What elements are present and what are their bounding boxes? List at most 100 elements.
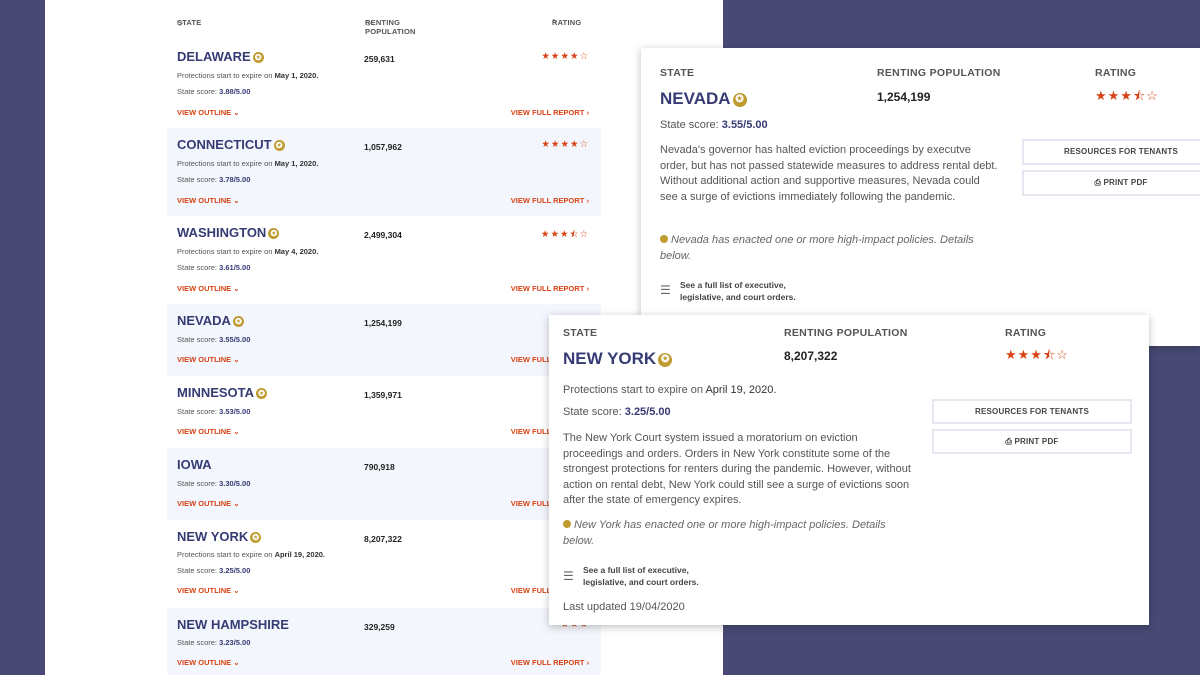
renting-population: 1,254,199: [364, 318, 402, 328]
list-item: DELAWARE ✪ 259,631 ★★★★☆ Protections star…: [167, 40, 601, 128]
list-icon: ☰: [660, 283, 671, 297]
list-icon: ☰: [563, 569, 574, 583]
state-score: State score: 3.55/5.00: [177, 335, 251, 344]
high-impact-star-icon: ✪: [250, 532, 262, 543]
chevron-right-icon: ›: [586, 284, 590, 293]
renting-population: 8,207,322: [364, 534, 402, 544]
state-score: State score: 3.25/5.00: [563, 406, 671, 418]
state-name[interactable]: MINNESOTA ✪: [177, 385, 268, 400]
state-score: State score: 3.78/5.00: [177, 175, 251, 184]
view-full-report-link[interactable]: VIEW FULL REPORT ›: [511, 284, 589, 293]
renting-population: 790,918: [364, 462, 395, 472]
state-score: State score: 3.30/5.00: [177, 479, 251, 488]
view-outline-button[interactable]: VIEW OUTLINE ⌄: [177, 499, 240, 508]
state-score: State score: 3.61/5.00: [177, 263, 251, 272]
state-score: State score: 3.53/5.00: [177, 407, 251, 416]
list-item: CONNECTICUT ✪ 1,057,962 ★★★★☆ Protections…: [167, 128, 601, 216]
rating-stars: ★★★⯪☆: [1005, 347, 1069, 362]
high-impact-star-icon: ✪: [256, 388, 268, 399]
state-score: State score: 3.23/5.00: [177, 638, 251, 647]
full-orders-list-link[interactable]: See a full list of executive, legislativ…: [583, 564, 733, 588]
high-impact-star-icon: ✪: [232, 316, 244, 327]
population-label: RENTING POPULATION: [877, 67, 1001, 79]
view-outline-button[interactable]: VIEW OUTLINE ⌄: [177, 108, 240, 117]
population-label: RENTING POPULATION: [784, 327, 908, 339]
chevron-down-icon: ⌄: [233, 586, 240, 595]
view-full-report-link[interactable]: VIEW FULL REPORT ›: [511, 658, 589, 667]
rating-label: RATING: [1005, 327, 1047, 339]
last-updated: Last updated 19/04/2020: [563, 601, 685, 613]
state-score: State score: 3.55/5.00: [660, 119, 768, 131]
expire-note: Protections start to expire on May 1, 20…: [177, 159, 319, 168]
state-name[interactable]: NEW YORK ✪: [177, 529, 262, 544]
renting-population: 1,254,199: [877, 90, 931, 104]
state-score: State score: 3.25/5.00: [177, 566, 251, 575]
chevron-down-icon: ⌄: [233, 427, 240, 436]
state-description: The New York Court system issued a morat…: [563, 432, 911, 506]
rating-stars: ★★★★☆: [541, 139, 589, 150]
full-orders-list-link[interactable]: See a full list of executive, legislativ…: [680, 279, 830, 303]
high-impact-dot-icon: [660, 235, 668, 243]
print-pdf-button[interactable]: ⎙ PRINT PDF: [1022, 170, 1200, 196]
list-header: STATE ◇ RENTING POPULATION ◇ RATING ^: [177, 18, 582, 36]
chevron-down-icon: ⌄: [233, 108, 240, 117]
view-full-report-link[interactable]: VIEW FULL REPORT ›: [511, 196, 589, 205]
resources-for-tenants-button[interactable]: RESOURCES FOR TENANTS: [932, 399, 1132, 424]
expire-note: Protections start to expire on April 19,…: [563, 384, 777, 396]
renting-population: 2,499,304: [364, 230, 402, 240]
chevron-down-icon: ⌄: [233, 355, 240, 364]
print-pdf-button[interactable]: ⎙ PRINT PDF: [932, 429, 1132, 454]
list-item: WASHINGTON ✪ 2,499,304 ★★★⯪☆ Protections …: [167, 216, 601, 304]
high-impact-note: Nevada has enacted one or more high-impa…: [660, 234, 974, 262]
high-impact-star-icon: ✪: [252, 52, 264, 63]
view-outline-button[interactable]: VIEW OUTLINE ⌄: [177, 586, 240, 595]
sort-asc-icon: ^: [552, 18, 556, 27]
view-outline-button[interactable]: VIEW OUTLINE ⌄: [177, 284, 240, 293]
state-name[interactable]: NEW HAMPSHIRE: [177, 617, 289, 632]
nevada-detail-card: STATE RENTING POPULATION RATING NEVADA ✪ …: [641, 48, 1200, 346]
rating-stars: ★★★★☆: [541, 51, 589, 62]
state-description: Nevada's governor has halted eviction pr…: [660, 144, 998, 203]
state-name[interactable]: CONNECTICUT ✪: [177, 137, 285, 152]
high-impact-note: New York has enacted one or more high-im…: [563, 519, 886, 547]
view-outline-button[interactable]: VIEW OUTLINE ⌄: [177, 658, 240, 667]
state-name: NEW YORK ✪: [563, 349, 673, 369]
resources-for-tenants-button[interactable]: RESOURCES FOR TENANTS: [1022, 139, 1200, 165]
renting-population: 1,359,971: [364, 390, 402, 400]
state-label: STATE: [660, 67, 695, 79]
list-item: NEW YORK✪ 8,207,322 ★ Protections start …: [167, 520, 601, 608]
high-impact-star-icon: ✪: [658, 353, 673, 367]
chevron-down-icon: ⌄: [233, 196, 240, 205]
renting-population: 259,631: [364, 54, 395, 64]
view-full-report-link[interactable]: VIEW FULL REPORT ›: [511, 108, 589, 117]
print-icon: ⎙: [1005, 437, 1013, 446]
state-label: STATE: [563, 327, 598, 339]
chevron-down-icon: ⌄: [233, 499, 240, 508]
expire-note: Protections start to expire on May 4, 20…: [177, 247, 319, 256]
list-item: NEVADA✪ 1,254,199 ★ State score: 3.55/5.…: [167, 304, 601, 376]
state-name[interactable]: DELAWARE ✪: [177, 49, 264, 64]
view-outline-button[interactable]: VIEW OUTLINE ⌄: [177, 355, 240, 364]
new-york-detail-card: STATE RENTING POPULATION RATING NEW YORK…: [549, 315, 1149, 625]
view-outline-button[interactable]: VIEW OUTLINE ⌄: [177, 196, 240, 205]
expire-note: Protections start to expire on April 19,…: [177, 550, 326, 559]
renting-population: 8,207,322: [784, 349, 838, 363]
state-name[interactable]: NEVADA ✪: [177, 313, 244, 328]
chevron-right-icon: ›: [586, 108, 590, 117]
list-item: MINNESOTA✪ 1,359,971 ★ State score: 3.53…: [167, 376, 601, 448]
state-name[interactable]: WASHINGTON ✪: [177, 225, 280, 240]
renting-population: 329,259: [364, 622, 395, 632]
high-impact-dot-icon: [563, 520, 571, 528]
chevron-down-icon: ⌄: [233, 658, 240, 667]
view-outline-button[interactable]: VIEW OUTLINE ⌄: [177, 427, 240, 436]
sort-icon: ◇: [177, 18, 184, 27]
print-icon: ⎙: [1094, 178, 1102, 187]
state-score: State score: 3.88/5.00: [177, 87, 251, 96]
state-name[interactable]: IOWA: [177, 457, 212, 472]
rating-stars: ★★★⯪☆: [540, 229, 589, 240]
rating-stars: ★★★⯪☆: [1095, 88, 1159, 103]
chevron-down-icon: ⌄: [233, 284, 240, 293]
rating-label: RATING: [1095, 67, 1137, 79]
high-impact-star-icon: ✪: [273, 140, 285, 151]
chevron-right-icon: ›: [586, 658, 590, 667]
